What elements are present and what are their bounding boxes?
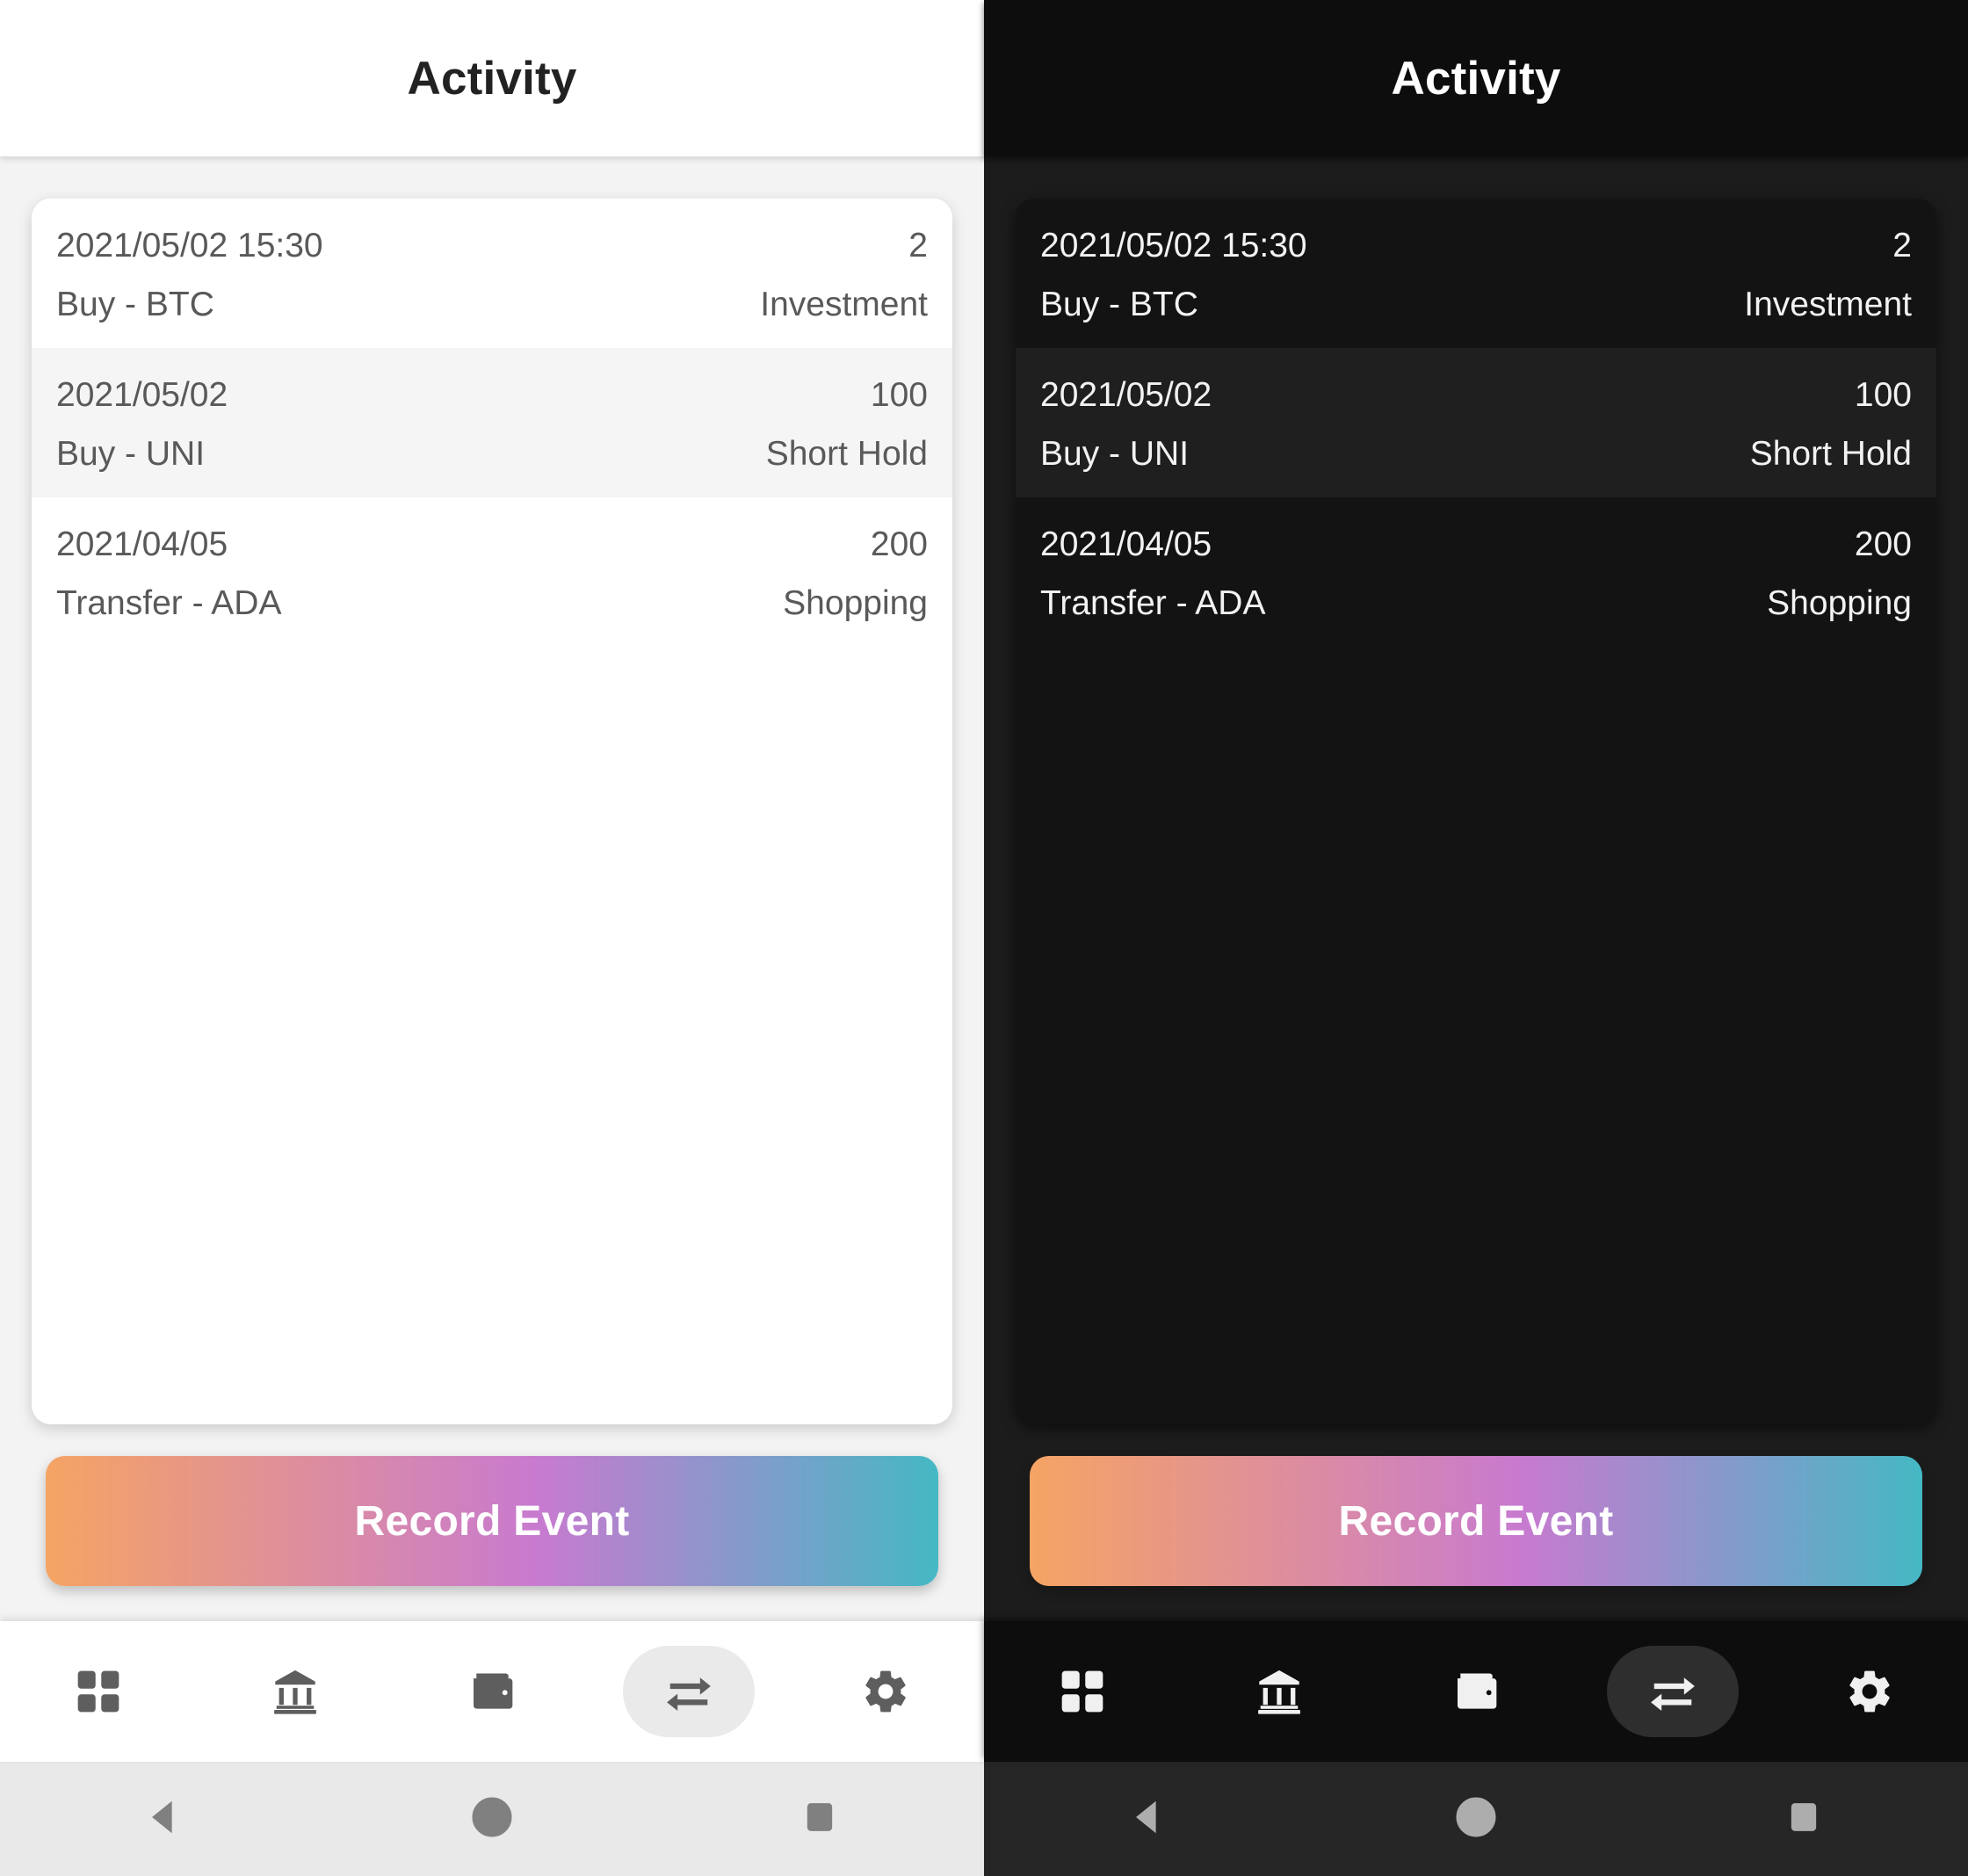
row-secondary-line: Buy - BTC Investment <box>56 287 928 322</box>
system-home-button[interactable] <box>404 1762 580 1876</box>
row-category: Short Hold <box>1749 435 1912 473</box>
row-description: Buy - BTC <box>56 286 214 323</box>
android-system-nav-light <box>0 1762 984 1876</box>
row-description: Buy - UNI <box>1040 435 1190 473</box>
wallet-icon <box>467 1667 517 1716</box>
row-amount: 100 <box>870 376 928 414</box>
row-amount: 200 <box>1854 525 1912 563</box>
row-date: 2021/05/02 <box>1040 376 1212 414</box>
table-row[interactable]: 2021/05/02 15:30 2 Buy - BTC Investment <box>32 199 952 348</box>
row-date: 2021/04/05 <box>1040 525 1212 563</box>
row-date: 2021/05/02 15:30 <box>56 227 323 264</box>
row-category: Investment <box>760 286 928 323</box>
phone-light-theme: Activity 2021/05/02 15:30 2 Buy - BTC In… <box>0 0 984 1876</box>
swap-icon <box>663 1666 714 1717</box>
home-circle-icon <box>470 1795 514 1843</box>
nav-item-activity[interactable] <box>1607 1646 1739 1737</box>
row-category: Shopping <box>1767 584 1912 622</box>
row-primary-line: 2021/04/05 200 <box>1040 527 1912 561</box>
dual-theme-comparison: Activity 2021/05/02 15:30 2 Buy - BTC In… <box>0 0 1968 1876</box>
app-bar-light: Activity <box>0 0 984 156</box>
row-category: Short Hold <box>765 435 928 473</box>
nav-item-settings[interactable] <box>820 1646 951 1737</box>
record-event-button-container: Record Event <box>1016 1424 1936 1621</box>
row-primary-line: 2021/04/05 200 <box>56 527 928 561</box>
row-primary-line: 2021/05/02 15:30 2 <box>1040 228 1912 263</box>
row-secondary-line: Buy - UNI Short Hold <box>56 437 928 471</box>
system-recents-button[interactable] <box>732 1762 908 1876</box>
row-amount: 2 <box>1892 227 1912 264</box>
screen-body-dark: 2021/05/02 15:30 2 Buy - BTC Investment … <box>984 156 1968 1621</box>
grid-icon <box>74 1667 123 1716</box>
screen-body-light: 2021/05/02 15:30 2 Buy - BTC Investment … <box>0 156 984 1621</box>
record-event-button[interactable]: Record Event <box>1030 1456 1922 1586</box>
table-row[interactable]: 2021/05/02 100 Buy - UNI Short Hold <box>32 348 952 497</box>
row-secondary-line: Buy - UNI Short Hold <box>1040 437 1912 471</box>
row-amount: 100 <box>1854 376 1912 414</box>
back-triangle-icon <box>1128 1797 1168 1842</box>
row-amount: 2 <box>908 227 928 264</box>
row-amount: 200 <box>870 525 928 563</box>
grid-icon <box>1058 1667 1107 1716</box>
record-event-button[interactable]: Record Event <box>46 1456 938 1586</box>
row-secondary-line: Buy - BTC Investment <box>1040 287 1912 322</box>
row-category: Investment <box>1744 286 1912 323</box>
page-title: Activity <box>407 52 577 105</box>
system-back-button[interactable] <box>76 1762 252 1876</box>
nav-item-settings[interactable] <box>1804 1646 1935 1737</box>
row-date: 2021/05/02 <box>56 376 228 414</box>
row-category: Shopping <box>783 584 928 622</box>
row-primary-line: 2021/05/02 100 <box>1040 378 1912 412</box>
system-recents-button[interactable] <box>1716 1762 1892 1876</box>
nav-item-activity[interactable] <box>623 1646 755 1737</box>
row-date: 2021/05/02 15:30 <box>1040 227 1307 264</box>
record-event-label: Record Event <box>354 1497 630 1545</box>
row-primary-line: 2021/05/02 15:30 2 <box>56 228 928 263</box>
activity-list-card: 2021/05/02 15:30 2 Buy - BTC Investment … <box>32 199 952 1424</box>
bank-icon <box>270 1666 321 1717</box>
table-row[interactable]: 2021/05/02 15:30 2 Buy - BTC Investment <box>1016 199 1936 348</box>
nav-item-dashboard[interactable] <box>33 1646 164 1737</box>
row-description: Transfer - ADA <box>56 584 282 622</box>
row-secondary-line: Transfer - ADA Shopping <box>1040 586 1912 620</box>
back-triangle-icon <box>144 1797 184 1842</box>
record-event-label: Record Event <box>1338 1497 1614 1545</box>
nav-item-wallet[interactable] <box>1410 1646 1542 1737</box>
nav-item-wallet[interactable] <box>426 1646 558 1737</box>
gear-icon <box>1845 1667 1894 1716</box>
table-row[interactable]: 2021/05/02 100 Buy - UNI Short Hold <box>1016 348 1936 497</box>
gear-icon <box>861 1667 910 1716</box>
row-description: Transfer - ADA <box>1040 584 1266 622</box>
row-secondary-line: Transfer - ADA Shopping <box>56 586 928 620</box>
recents-square-icon <box>802 1800 837 1839</box>
table-row[interactable]: 2021/04/05 200 Transfer - ADA Shopping <box>1016 497 1936 647</box>
bottom-navigation-light <box>0 1621 984 1762</box>
system-back-button[interactable] <box>1060 1762 1236 1876</box>
swap-icon <box>1647 1666 1698 1717</box>
row-primary-line: 2021/05/02 100 <box>56 378 928 412</box>
record-event-button-container: Record Event <box>32 1424 952 1621</box>
bottom-navigation-dark <box>984 1621 1968 1762</box>
nav-item-bank[interactable] <box>229 1646 361 1737</box>
phone-dark-theme: Activity 2021/05/02 15:30 2 Buy - BTC In… <box>984 0 1968 1876</box>
system-home-button[interactable] <box>1388 1762 1564 1876</box>
wallet-icon <box>1451 1667 1501 1716</box>
row-description: Buy - UNI <box>56 435 206 473</box>
recents-square-icon <box>1786 1800 1821 1839</box>
nav-item-dashboard[interactable] <box>1017 1646 1148 1737</box>
row-date: 2021/04/05 <box>56 525 228 563</box>
android-system-nav-dark <box>984 1762 1968 1876</box>
app-bar-dark: Activity <box>984 0 1968 156</box>
row-description: Buy - BTC <box>1040 286 1198 323</box>
bank-icon <box>1254 1666 1305 1717</box>
activity-list-card: 2021/05/02 15:30 2 Buy - BTC Investment … <box>1016 199 1936 1424</box>
table-row[interactable]: 2021/04/05 200 Transfer - ADA Shopping <box>32 497 952 647</box>
nav-item-bank[interactable] <box>1213 1646 1345 1737</box>
page-title: Activity <box>1391 52 1561 105</box>
home-circle-icon <box>1454 1795 1498 1843</box>
